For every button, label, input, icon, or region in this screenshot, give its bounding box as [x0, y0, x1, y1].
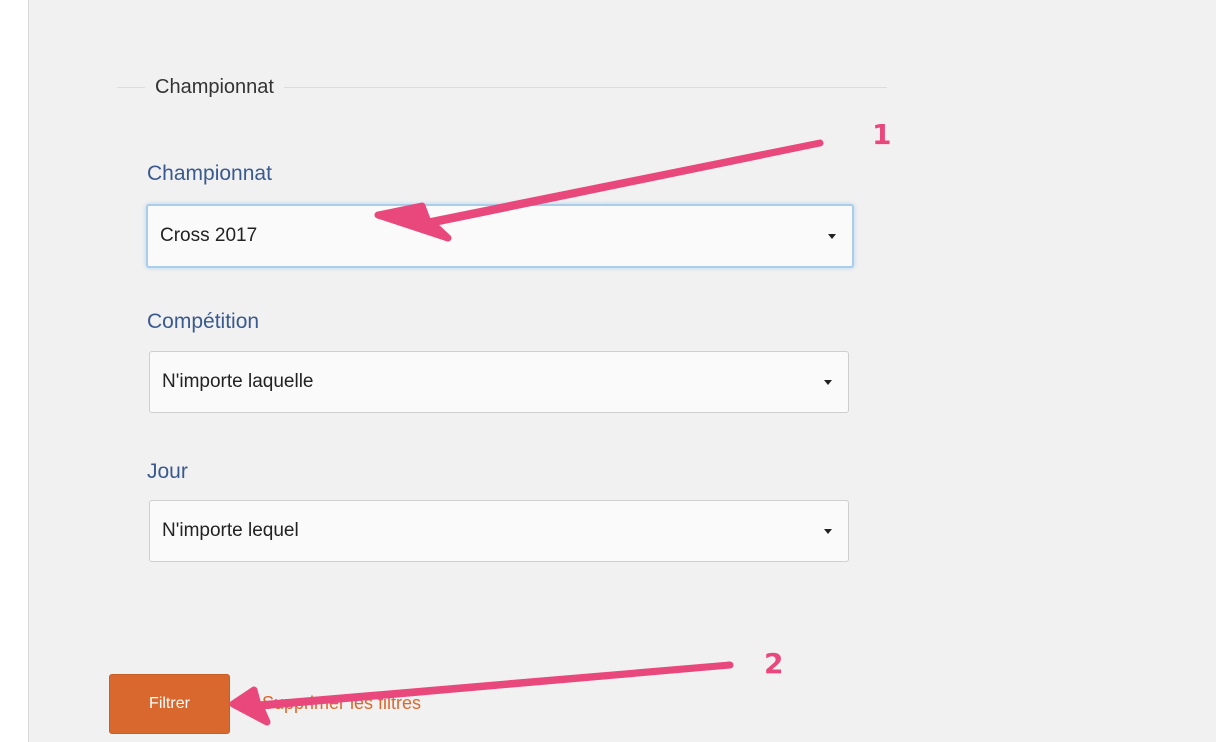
chevron-down-icon: [824, 380, 832, 385]
filter-panel: Championnat Championnat Cross 2017 Compé…: [28, 0, 1216, 742]
filter-button[interactable]: Filtrer: [109, 674, 230, 734]
reset-filters-link[interactable]: Supprimer les filtres: [262, 693, 421, 714]
fieldset-legend: Championnat: [145, 72, 284, 102]
competition-label: Compétition: [147, 310, 260, 333]
day-label: Jour: [147, 460, 188, 483]
annotation-number-2: 2: [764, 647, 784, 680]
day-select-value: N'importe lequel: [162, 520, 299, 541]
day-select[interactable]: N'importe lequel: [149, 500, 849, 562]
annotation-number-1: 1: [872, 118, 892, 151]
competition-select-value: N'importe laquelle: [162, 371, 314, 392]
championship-select[interactable]: Cross 2017: [146, 204, 854, 268]
chevron-down-icon: [828, 234, 836, 239]
competition-select[interactable]: N'importe laquelle: [149, 351, 849, 413]
championship-label: Championnat: [147, 162, 272, 185]
championship-select-value: Cross 2017: [160, 225, 258, 246]
chevron-down-icon: [824, 529, 832, 534]
